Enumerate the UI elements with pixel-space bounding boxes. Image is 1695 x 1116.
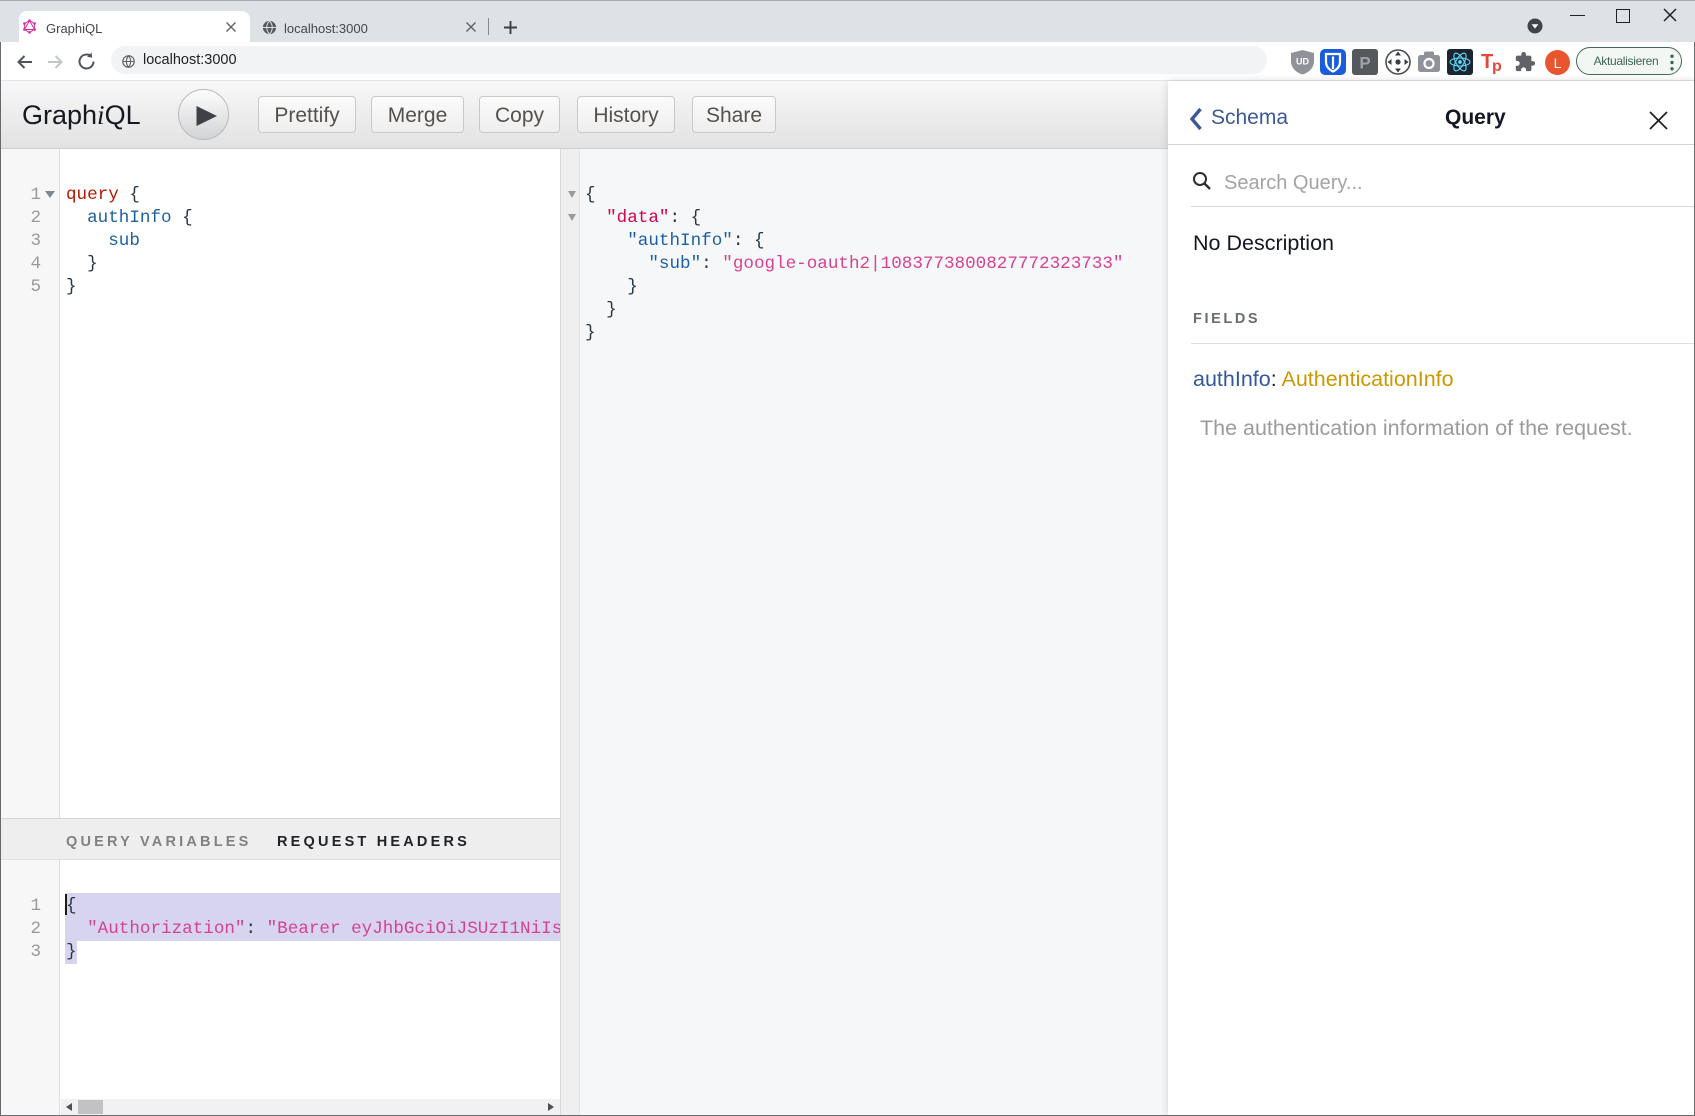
svg-text:L: L — [1554, 55, 1562, 71]
svg-text:p: p — [1492, 58, 1502, 74]
svg-text:UD: UD — [1296, 57, 1309, 67]
svg-text:P: P — [1359, 54, 1370, 73]
